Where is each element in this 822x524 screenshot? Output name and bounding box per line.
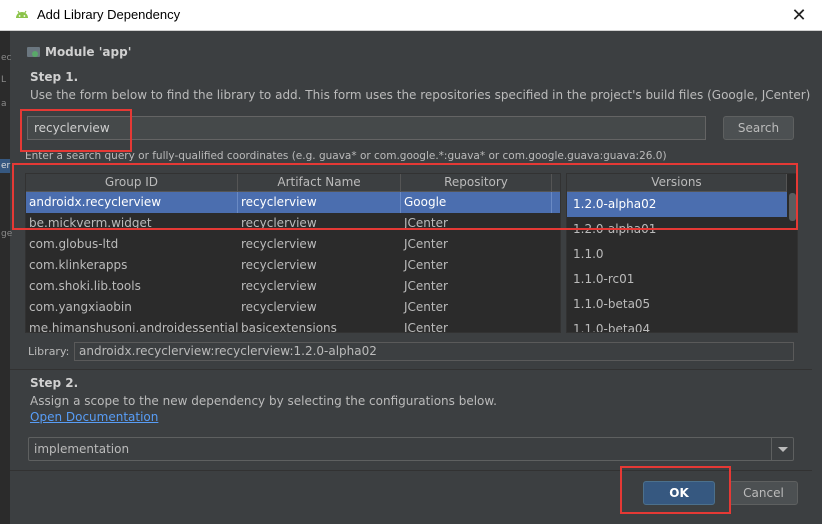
ide-fragment: a [1,99,7,109]
ide-fragment: L [1,75,7,85]
ide-fragment: ge [1,229,13,239]
divider [10,369,812,370]
results-table: Group ID Artifact Name Repository androi… [25,173,561,333]
versions-scrollbar[interactable] [789,193,796,221]
search-input[interactable] [27,116,706,140]
cell-repo: JCenter [404,237,448,251]
open-documentation-link[interactable]: Open Documentation [30,410,158,424]
cell-artifact: recyclerview [241,279,317,293]
version-item[interactable]: 1.1.0-beta05 [567,292,787,317]
versions-list: Versions 1.2.0-alpha02 1.2.0-alpha01 1.1… [566,173,798,333]
version-item[interactable]: 1.1.0-beta04 [567,317,787,332]
step1-description: Use the form below to find the library t… [30,88,811,102]
background-ide-strip: ec L a er ge [0,31,13,524]
cell-repo: JCenter [404,279,448,293]
table-row[interactable]: com.yangxiaobin recyclerview JCenter [26,297,560,318]
version-item[interactable]: 1.2.0-alpha01 [567,217,787,242]
cell-group: be.mickverm.widget [29,216,152,230]
step2-description: Assign a scope to the new dependency by … [30,394,497,408]
cell-group: com.shoki.lib.tools [29,279,141,293]
column-group-id[interactable]: Group ID [26,174,238,191]
table-row[interactable]: com.globus-ltd recyclerview JCenter [26,234,560,255]
module-folder-icon [27,47,40,57]
cell-group: androidx.recyclerview [26,192,238,213]
cell-repo: JCenter [404,300,448,314]
versions-header: Versions [567,174,787,192]
scope-dropdown[interactable]: implementation [28,437,794,461]
cell-artifact: recyclerview [241,216,317,230]
module-label: Module 'app' [45,45,132,59]
cell-group: com.yangxiaobin [29,300,132,314]
cell-group: com.globus-ltd [29,237,119,251]
scope-value: implementation [34,442,130,456]
column-repository[interactable]: Repository [401,174,552,191]
android-icon [16,10,28,18]
cell-repo: Google [401,192,552,213]
version-item[interactable]: 1.2.0-alpha02 [567,192,787,217]
cell-repo: JCenter [404,258,448,272]
library-coordinates-field[interactable]: androidx.recyclerview:recyclerview:1.2.0… [74,342,794,361]
table-row[interactable]: be.mickverm.widget recyclerview JCenter [26,213,560,234]
search-button[interactable]: Search [723,116,794,140]
cell-artifact: recyclerview [238,192,401,213]
cell-repo: JCenter [404,321,448,333]
cell-artifact: basicextensions [241,321,337,333]
step1-title: Step 1. [30,70,79,84]
cell-repo: JCenter [404,216,448,230]
step2-title: Step 2. [30,376,79,390]
cell-artifact: recyclerview [241,300,317,314]
library-label: Library: [28,345,70,358]
module-header: Module 'app' [27,44,131,60]
window-title: Add Library Dependency [37,7,181,22]
close-icon[interactable]: ✕ [788,5,810,27]
table-row[interactable]: com.shoki.lib.tools recyclerview JCenter [26,276,560,297]
table-row[interactable]: me.himanshusoni.androidessentials basice… [26,318,560,333]
column-artifact-name[interactable]: Artifact Name [238,174,401,191]
table-row[interactable]: androidx.recyclerview recyclerview Googl… [26,192,560,213]
cell-group: com.klinkerapps [29,258,128,272]
cell-artifact: recyclerview [241,237,317,251]
results-header: Group ID Artifact Name Repository [26,174,560,192]
ide-fragment: er [1,161,11,171]
cancel-button[interactable]: Cancel [729,481,798,505]
version-item[interactable]: 1.1.0-rc01 [567,267,787,292]
ide-fragment: ec [1,53,12,63]
search-hint: Enter a search query or fully-qualified … [25,150,667,162]
cell-group: me.himanshusoni.androidessentials [29,321,238,333]
ok-button[interactable]: OK [643,481,715,505]
cell-artifact: recyclerview [241,258,317,272]
chevron-down-icon[interactable] [771,438,793,460]
version-item[interactable]: 1.1.0 [567,242,787,267]
table-row[interactable]: com.klinkerapps recyclerview JCenter [26,255,560,276]
title-bar: Add Library Dependency ✕ [0,0,822,31]
